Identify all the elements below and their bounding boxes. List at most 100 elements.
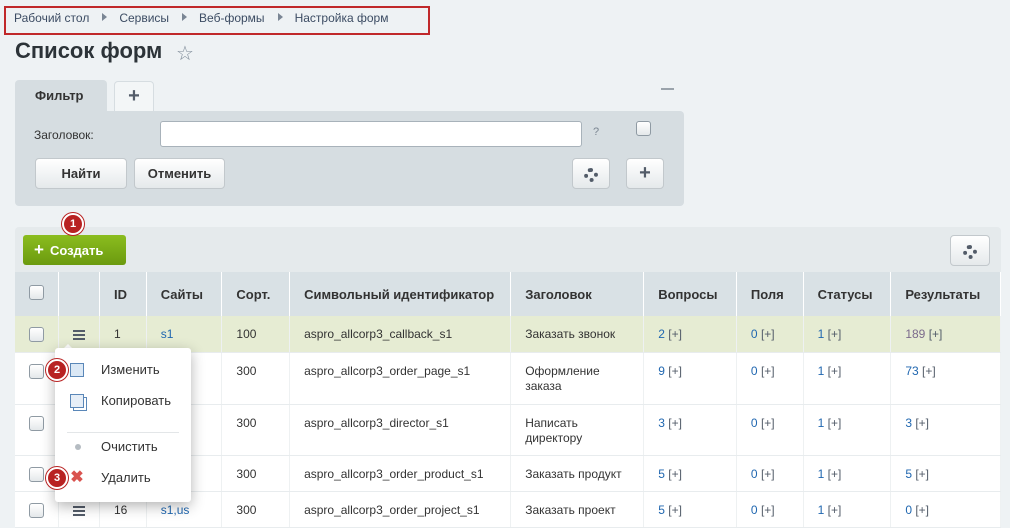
results-link[interactable]: 0 — [905, 503, 912, 517]
results-link[interactable]: 5 — [905, 467, 912, 481]
cell-questions: 2 [+] — [643, 316, 737, 353]
breadcrumb-item-webforms[interactable]: Веб-формы — [199, 11, 265, 25]
favorite-star-icon[interactable]: ☆ — [176, 41, 194, 66]
filter-checkbox[interactable] — [636, 121, 651, 136]
add-question-link[interactable]: [+] — [668, 467, 682, 481]
menu-item-clear[interactable]: Очистить — [55, 435, 191, 459]
row-select-cell — [15, 404, 59, 456]
cell-title: Заказать звонок — [510, 316, 645, 353]
fields-link[interactable]: 0 — [751, 416, 758, 430]
add-filter-tab-button[interactable]: + — [114, 81, 154, 111]
filter-settings-button[interactable] — [572, 158, 610, 189]
menu-item-delete[interactable]: ✖ Удалить — [55, 466, 191, 490]
column-header-questions[interactable]: Вопросы — [643, 272, 737, 316]
menu-item-copy[interactable]: Копировать — [55, 389, 191, 413]
questions-link[interactable]: 5 — [658, 503, 665, 517]
page-title: Список форм — [15, 38, 163, 63]
statuses-link[interactable]: 1 — [818, 467, 825, 481]
column-header-sort[interactable]: Сорт. — [221, 272, 291, 316]
statuses-link[interactable]: 1 — [818, 416, 825, 430]
questions-link[interactable]: 9 — [658, 364, 665, 378]
statuses-link[interactable]: 1 — [818, 327, 825, 341]
table-row[interactable]: 1 s1 100 aspro_allcorp3_callback_s1 Зака… — [15, 316, 1001, 353]
add-status-link[interactable]: [+] — [828, 416, 842, 430]
fields-link[interactable]: 0 — [751, 327, 758, 341]
row-checkbox[interactable] — [29, 363, 44, 379]
cell-code: aspro_allcorp3_order_page_s1 — [289, 352, 512, 405]
breadcrumb-arrow-icon — [102, 13, 108, 21]
row-menu-icon[interactable] — [73, 505, 85, 516]
questions-link[interactable]: 3 — [658, 416, 665, 430]
questions-link[interactable]: 5 — [658, 467, 665, 481]
add-question-link[interactable]: [+] — [668, 327, 682, 341]
column-header-title[interactable]: Заголовок — [510, 272, 645, 316]
menu-item-edit[interactable]: Изменить — [55, 358, 191, 382]
add-status-link[interactable]: [+] — [828, 364, 842, 378]
add-result-link[interactable]: [+] — [915, 416, 929, 430]
column-header-id[interactable]: ID — [99, 272, 147, 316]
cell-sites: s1 — [146, 316, 223, 353]
cell-id: 1 — [99, 316, 147, 353]
cell-fields: 0 [+] — [736, 352, 804, 405]
results-link[interactable]: 189 — [905, 327, 925, 341]
add-field-link[interactable]: [+] — [761, 364, 775, 378]
add-status-link[interactable]: [+] — [828, 503, 842, 517]
cell-code: aspro_allcorp3_director_s1 — [289, 404, 512, 456]
row-checkbox[interactable] — [29, 502, 44, 518]
menu-item-edit-label: Изменить — [101, 362, 160, 377]
column-header-sites[interactable]: Сайты — [146, 272, 223, 316]
breadcrumb-item-services[interactable]: Сервисы — [119, 11, 169, 25]
results-link[interactable]: 3 — [905, 416, 912, 430]
plus-icon: + — [34, 240, 44, 259]
statuses-link[interactable]: 1 — [818, 503, 825, 517]
add-field-link[interactable]: [+] — [761, 503, 775, 517]
cell-questions: 5 [+] — [643, 455, 737, 492]
row-checkbox[interactable] — [29, 415, 44, 431]
tab-filter[interactable]: Фильтр — [15, 80, 107, 112]
statuses-link[interactable]: 1 — [818, 364, 825, 378]
find-button[interactable]: Найти — [35, 158, 127, 189]
add-question-link[interactable]: [+] — [668, 416, 682, 430]
row-select-cell — [15, 316, 59, 353]
add-field-link[interactable]: [+] — [761, 416, 775, 430]
cell-fields: 0 [+] — [736, 455, 804, 492]
cell-sort: 100 — [221, 316, 291, 353]
results-link[interactable]: 73 — [905, 364, 918, 378]
row-checkbox[interactable] — [29, 327, 44, 342]
add-field-link[interactable]: [+] — [761, 467, 775, 481]
cell-results: 3 [+] — [890, 404, 1001, 456]
filter-add-field-button[interactable]: + — [626, 158, 664, 189]
cell-questions: 9 [+] — [643, 352, 737, 405]
column-header-statuses[interactable]: Статусы — [803, 272, 892, 316]
help-icon[interactable]: ? — [593, 126, 599, 138]
column-header-results[interactable]: Результаты — [890, 272, 1001, 316]
create-button[interactable]: + Создать — [23, 235, 126, 265]
row-checkbox[interactable] — [29, 466, 44, 482]
add-result-link[interactable]: [+] — [915, 467, 929, 481]
add-result-link[interactable]: [+] — [929, 327, 943, 341]
questions-link[interactable]: 2 — [658, 327, 665, 341]
list-settings-button[interactable] — [950, 235, 990, 266]
add-result-link[interactable]: [+] — [922, 364, 936, 378]
add-result-link[interactable]: [+] — [915, 503, 929, 517]
column-header-fields[interactable]: Поля — [736, 272, 804, 316]
column-header-code[interactable]: Символьный идентификатор — [289, 272, 512, 316]
cell-fields: 0 [+] — [736, 316, 804, 353]
row-context-menu: Изменить Копировать Очистить ✖ Удалить — [55, 348, 191, 502]
breadcrumb-item-form-settings[interactable]: Настройка форм — [295, 11, 389, 25]
minimize-filter-icon[interactable] — [661, 88, 674, 90]
add-question-link[interactable]: [+] — [668, 503, 682, 517]
add-status-link[interactable]: [+] — [828, 467, 842, 481]
select-all-checkbox[interactable] — [29, 285, 44, 300]
add-status-link[interactable]: [+] — [828, 327, 842, 341]
fields-link[interactable]: 0 — [751, 467, 758, 481]
cell-sort: 300 — [221, 455, 291, 492]
add-question-link[interactable]: [+] — [668, 364, 682, 378]
breadcrumb-item-desktop[interactable]: Рабочий стол — [14, 11, 89, 25]
cancel-button[interactable]: Отменить — [134, 158, 225, 189]
row-menu-icon[interactable] — [73, 330, 85, 340]
filter-title-input[interactable] — [160, 121, 582, 147]
fields-link[interactable]: 0 — [751, 364, 758, 378]
add-field-link[interactable]: [+] — [761, 327, 775, 341]
fields-link[interactable]: 0 — [751, 503, 758, 517]
